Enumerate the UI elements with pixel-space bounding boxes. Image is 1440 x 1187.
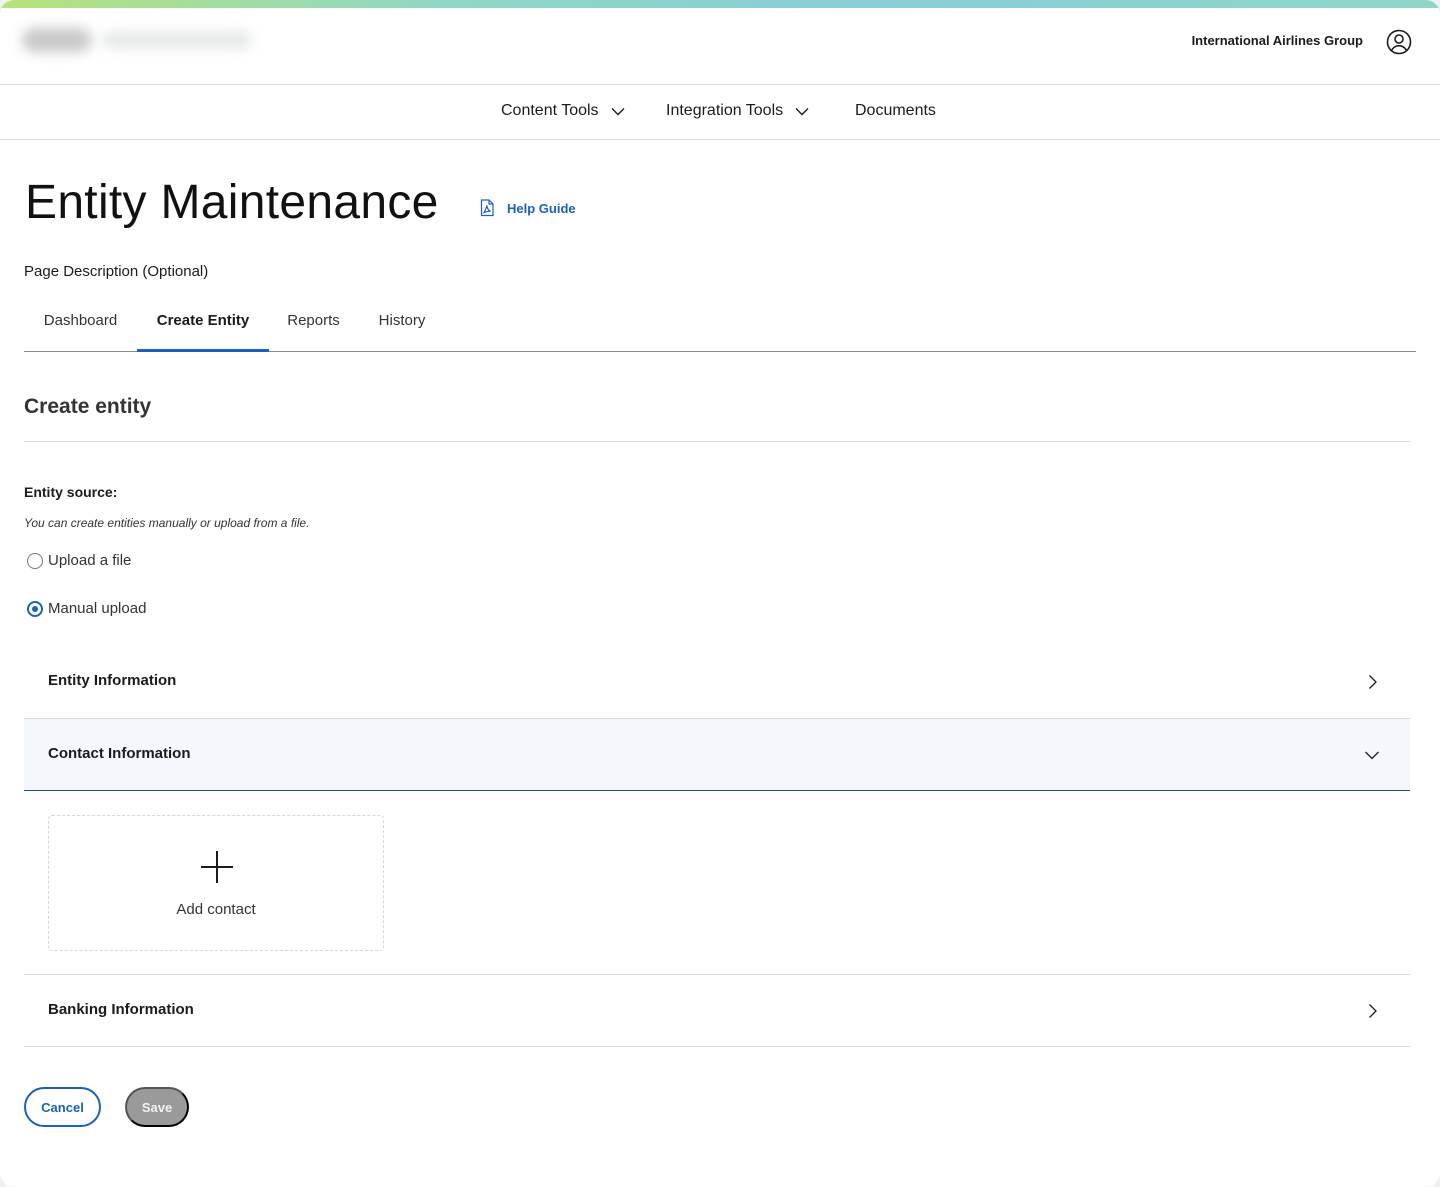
- page-description: Page Description (Optional): [24, 263, 209, 280]
- chevron-right-icon: [1369, 675, 1377, 689]
- add-contact-label: Add contact: [176, 901, 256, 918]
- radio-label: Upload a file: [48, 552, 132, 569]
- divider: [24, 1046, 1410, 1047]
- radio-label: Manual upload: [48, 600, 147, 617]
- brand-gradient-bar: [0, 0, 1440, 8]
- radio-button[interactable]: [27, 552, 43, 569]
- entity-source-hint: You can create entities manually or uplo…: [24, 516, 310, 530]
- radio-upload-file[interactable]: Upload a file: [27, 552, 131, 569]
- tab-reports[interactable]: Reports: [269, 300, 358, 352]
- chevron-down-icon: [1365, 751, 1379, 760]
- accordion-title: Banking Information: [48, 1001, 194, 1018]
- divider: [24, 441, 1410, 442]
- cancel-button[interactable]: Cancel: [24, 1087, 101, 1127]
- pdf-document-icon: [480, 199, 494, 217]
- chevron-down-icon: [795, 107, 809, 115]
- tab-bar: Dashboard Create Entity Reports History: [24, 300, 1416, 352]
- nav-integration-tools[interactable]: Integration Tools: [666, 102, 809, 120]
- radio-button-selected[interactable]: [27, 600, 43, 617]
- nav-content-tools[interactable]: Content Tools: [501, 102, 625, 120]
- top-navigation: Content Tools Integration Tools Document…: [0, 85, 1440, 140]
- accordion-contact-information[interactable]: Contact Information: [24, 719, 1410, 791]
- nav-item-label: Integration Tools: [666, 102, 784, 119]
- accordion-entity-information[interactable]: Entity Information: [24, 646, 1410, 718]
- radio-manual-upload[interactable]: Manual upload: [27, 600, 146, 617]
- save-button[interactable]: Save: [125, 1087, 189, 1127]
- tab-dashboard[interactable]: Dashboard: [24, 300, 137, 352]
- accordion-title: Entity Information: [48, 672, 177, 689]
- entity-source-label: Entity source:: [24, 484, 118, 500]
- help-guide-link[interactable]: Help Guide: [479, 199, 576, 217]
- nav-item-label: Documents: [855, 102, 936, 119]
- logo[interactable]: [18, 22, 252, 56]
- organization-name: International Airlines Group: [1191, 33, 1363, 48]
- accordion-banking-information[interactable]: Banking Information: [24, 975, 1410, 1047]
- add-contact-card[interactable]: Add contact: [48, 815, 384, 951]
- nav-documents[interactable]: Documents: [855, 102, 936, 120]
- tab-create-entity[interactable]: Create Entity: [137, 300, 269, 352]
- create-entity-heading: Create entity: [24, 395, 152, 418]
- nav-item-label: Content Tools: [501, 102, 599, 119]
- user-account-icon[interactable]: [1386, 29, 1412, 55]
- help-guide-label: Help Guide: [507, 200, 576, 216]
- page-title: Entity Maintenance: [25, 176, 439, 229]
- app-window: International Airlines Group Content Too…: [0, 0, 1440, 1187]
- chevron-down-icon: [611, 107, 625, 115]
- tab-history[interactable]: History: [358, 300, 446, 352]
- header: International Airlines Group: [0, 8, 1440, 85]
- plus-icon: [201, 851, 233, 883]
- chevron-right-icon: [1369, 1004, 1377, 1018]
- accordion-title: Contact Information: [48, 745, 191, 762]
